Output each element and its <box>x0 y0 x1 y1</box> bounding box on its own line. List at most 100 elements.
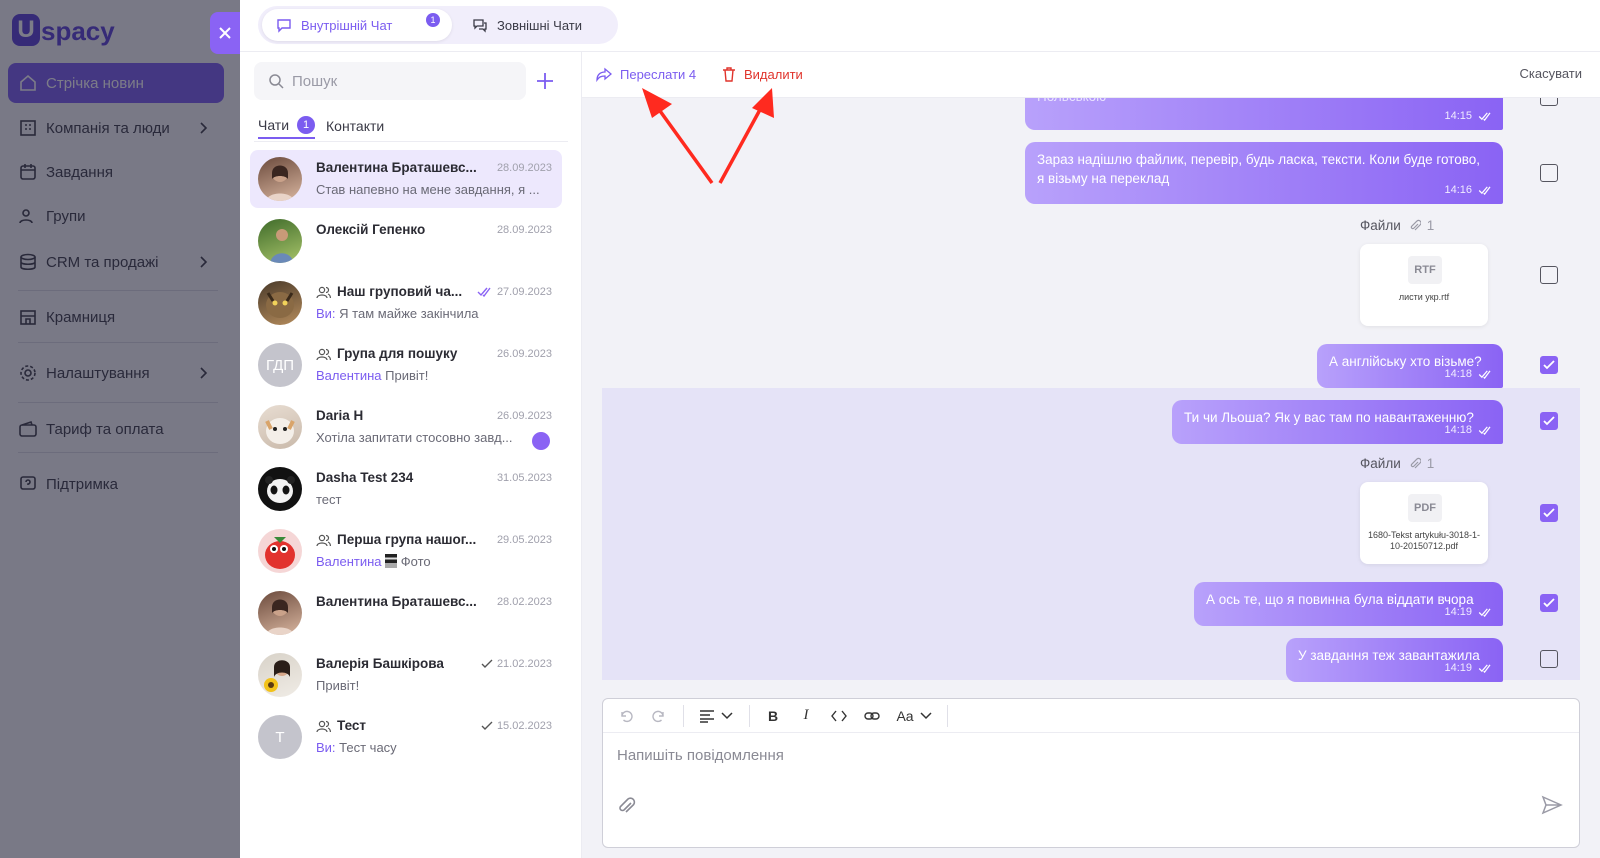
close-chat-button[interactable] <box>210 12 240 54</box>
forward-button[interactable]: Переслати 4 <box>596 66 696 82</box>
bold-icon: B <box>767 707 779 724</box>
message-select-checkbox[interactable] <box>1540 412 1558 430</box>
chat-name: Перша група нашог... <box>316 532 486 547</box>
message-input[interactable] <box>617 747 1517 787</box>
chat-drawer: Внутрішній Чат 1 Зовнішні Чати Чати 1 Ко… <box>240 0 1600 858</box>
message-bubble[interactable]: Польською 14:15 <box>1025 98 1503 130</box>
nav-item-billing[interactable]: Тариф та оплата <box>8 409 224 449</box>
chat-list-item[interactable]: Валентина Браташевс... 28.02.2023 <box>250 584 562 642</box>
tab-internal-chat[interactable]: Внутрішній Чат 1 <box>262 9 452 41</box>
align-dropdown[interactable] <box>694 703 738 729</box>
new-chat-button[interactable] <box>532 68 558 94</box>
chat-list-item[interactable]: ГДП Група для пошуку 26.09.2023 Валентин… <box>250 336 562 394</box>
selection-action-bar: Переслати 4 Видалити Скасувати <box>582 52 1600 98</box>
nav-divider <box>18 342 218 343</box>
subtab-chats[interactable]: Чати 1 <box>258 113 316 139</box>
undo-button[interactable] <box>613 703 639 729</box>
logo-letter: U <box>12 14 40 46</box>
nav-label: Групи <box>46 207 86 225</box>
search-input[interactable] <box>292 72 512 90</box>
subtab-contacts[interactable]: Контакти <box>326 113 384 139</box>
text-style-dropdown[interactable]: Aa <box>892 703 936 729</box>
code-button[interactable] <box>826 703 852 729</box>
nav-item-news-feed[interactable]: Стрічка новин <box>8 63 224 103</box>
file-attachment[interactable]: PDF 1680-Tekst artykułu-3018-1-10-201507… <box>1360 482 1488 564</box>
file-type-badge: PDF <box>1408 494 1442 522</box>
chats-icon <box>473 19 487 33</box>
tab-external-chats[interactable]: Зовнішні Чати <box>458 9 618 41</box>
message-bubble[interactable]: Зараз надішлю файлик, перевір, будь ласк… <box>1025 142 1503 204</box>
bold-button[interactable]: B <box>760 703 786 729</box>
avatar: Т <box>258 715 302 759</box>
cancel-selection-button[interactable]: Скасувати <box>1519 66 1582 81</box>
link-button[interactable] <box>859 703 885 729</box>
nav-item-settings[interactable]: Налаштування <box>8 353 224 393</box>
group-icon <box>316 720 331 732</box>
unread-dot <box>532 432 550 450</box>
italic-button[interactable]: I <box>793 703 819 729</box>
cancel-label: Скасувати <box>1519 66 1582 81</box>
nav-item-support[interactable]: Підтримка <box>8 464 224 504</box>
send-button[interactable] <box>1541 795 1567 819</box>
italic-icon: I <box>803 707 809 723</box>
double-check-icon <box>1478 112 1491 121</box>
link-icon <box>864 711 880 720</box>
nav-item-company[interactable]: Компанія та люди <box>8 108 224 148</box>
chat-date: 28.09.2023 <box>496 162 552 174</box>
chat-name: Daria H <box>316 408 364 423</box>
nav-item-crm[interactable]: CRM та продажі <box>8 242 224 282</box>
message-list: Польською 14:15 Зараз надішлю файлик, пе… <box>582 98 1600 742</box>
message-bubble[interactable]: Ти чи Льоша? Як у вас там по навантаженн… <box>1172 400 1503 444</box>
send-icon <box>1541 795 1563 815</box>
chat-list-item[interactable]: Валерія Башкірова 21.02.2023 Привіт! <box>250 646 562 704</box>
attach-file-button[interactable] <box>615 795 639 819</box>
message-select-checkbox[interactable] <box>1540 356 1558 374</box>
chat-list-item[interactable]: Т Тест 15.02.2023 Ви: Тест часу <box>250 708 562 766</box>
chat-list-item[interactable]: Олексій Гепенко 28.09.2023 <box>250 212 562 270</box>
message-select-checkbox[interactable] <box>1540 266 1558 284</box>
message-select-checkbox[interactable] <box>1540 594 1558 612</box>
group-icon <box>316 348 331 360</box>
uspacy-logo[interactable]: U spacy <box>12 10 115 46</box>
avatar-initials: ГДП <box>265 356 295 374</box>
chat-preview: тест <box>316 492 342 507</box>
nav-item-shop[interactable]: Крамниця <box>8 297 224 337</box>
message-bubble[interactable]: У завдання теж завантажила 14:19 <box>1286 638 1503 682</box>
delete-button[interactable]: Видалити <box>722 66 803 82</box>
chat-type-tabs: Внутрішній Чат 1 Зовнішні Чати <box>258 6 618 44</box>
message-select-checkbox[interactable] <box>1540 164 1558 182</box>
chat-list-item[interactable]: Перша група нашог... 29.05.2023 Валентин… <box>250 522 562 580</box>
forward-label: Переслати 4 <box>620 66 697 82</box>
tab-label: Внутрішній Чат <box>301 17 393 33</box>
chat-list-item[interactable]: Dasha Test 234 31.05.2023 тест <box>250 460 562 518</box>
chat-preview: Став напевно на мене завдання, я ... <box>316 182 540 197</box>
chat-name: Валентина Браташевс... <box>316 594 477 609</box>
shop-icon <box>20 310 36 325</box>
message-bubble[interactable]: А англійську хто візьме? 14:18 <box>1317 344 1503 388</box>
nav-divider <box>18 452 218 453</box>
file-name: 1680-Tekst artykułu-3018-1-10-20150712.p… <box>1367 530 1481 551</box>
chat-list-item[interactable]: Валентина Браташевс... 28.09.2023 Став н… <box>250 150 562 208</box>
home-icon <box>20 74 36 91</box>
files-label: Файли 1 <box>1360 456 1435 471</box>
chat-list-item[interactable]: Наш груповий ча... 27.09.2023 Ви: Я там … <box>250 274 562 332</box>
database-icon <box>20 253 36 271</box>
logo-text: spacy <box>41 16 115 46</box>
message-text: А ось те, що я повинна була віддати вчор… <box>1206 592 1474 607</box>
chat-list-item[interactable]: Daria H 26.09.2023 Хотіла запитати стосо… <box>250 398 562 456</box>
chat-date: 29.05.2023 <box>496 534 552 546</box>
nav-item-tasks[interactable]: Завдання <box>8 152 224 192</box>
message-select-checkbox[interactable] <box>1540 504 1558 522</box>
message-select-checkbox[interactable] <box>1540 650 1558 668</box>
people-icon <box>19 209 33 224</box>
nav-label: Крамниця <box>46 308 116 326</box>
subtab-label: Чати <box>258 117 290 133</box>
file-attachment[interactable]: RTF листи укр.rtf <box>1360 244 1488 326</box>
message-select-checkbox[interactable] <box>1540 98 1558 106</box>
nav-label: Компанія та люди <box>46 119 170 137</box>
nav-item-groups[interactable]: Групи <box>8 196 224 236</box>
redo-button[interactable] <box>646 703 672 729</box>
message-bubble[interactable]: А ось те, що я повинна була віддати вчор… <box>1194 582 1503 626</box>
chevron-down-icon <box>920 711 932 719</box>
chat-topbar: Внутрішній Чат 1 Зовнішні Чати <box>240 0 1600 52</box>
